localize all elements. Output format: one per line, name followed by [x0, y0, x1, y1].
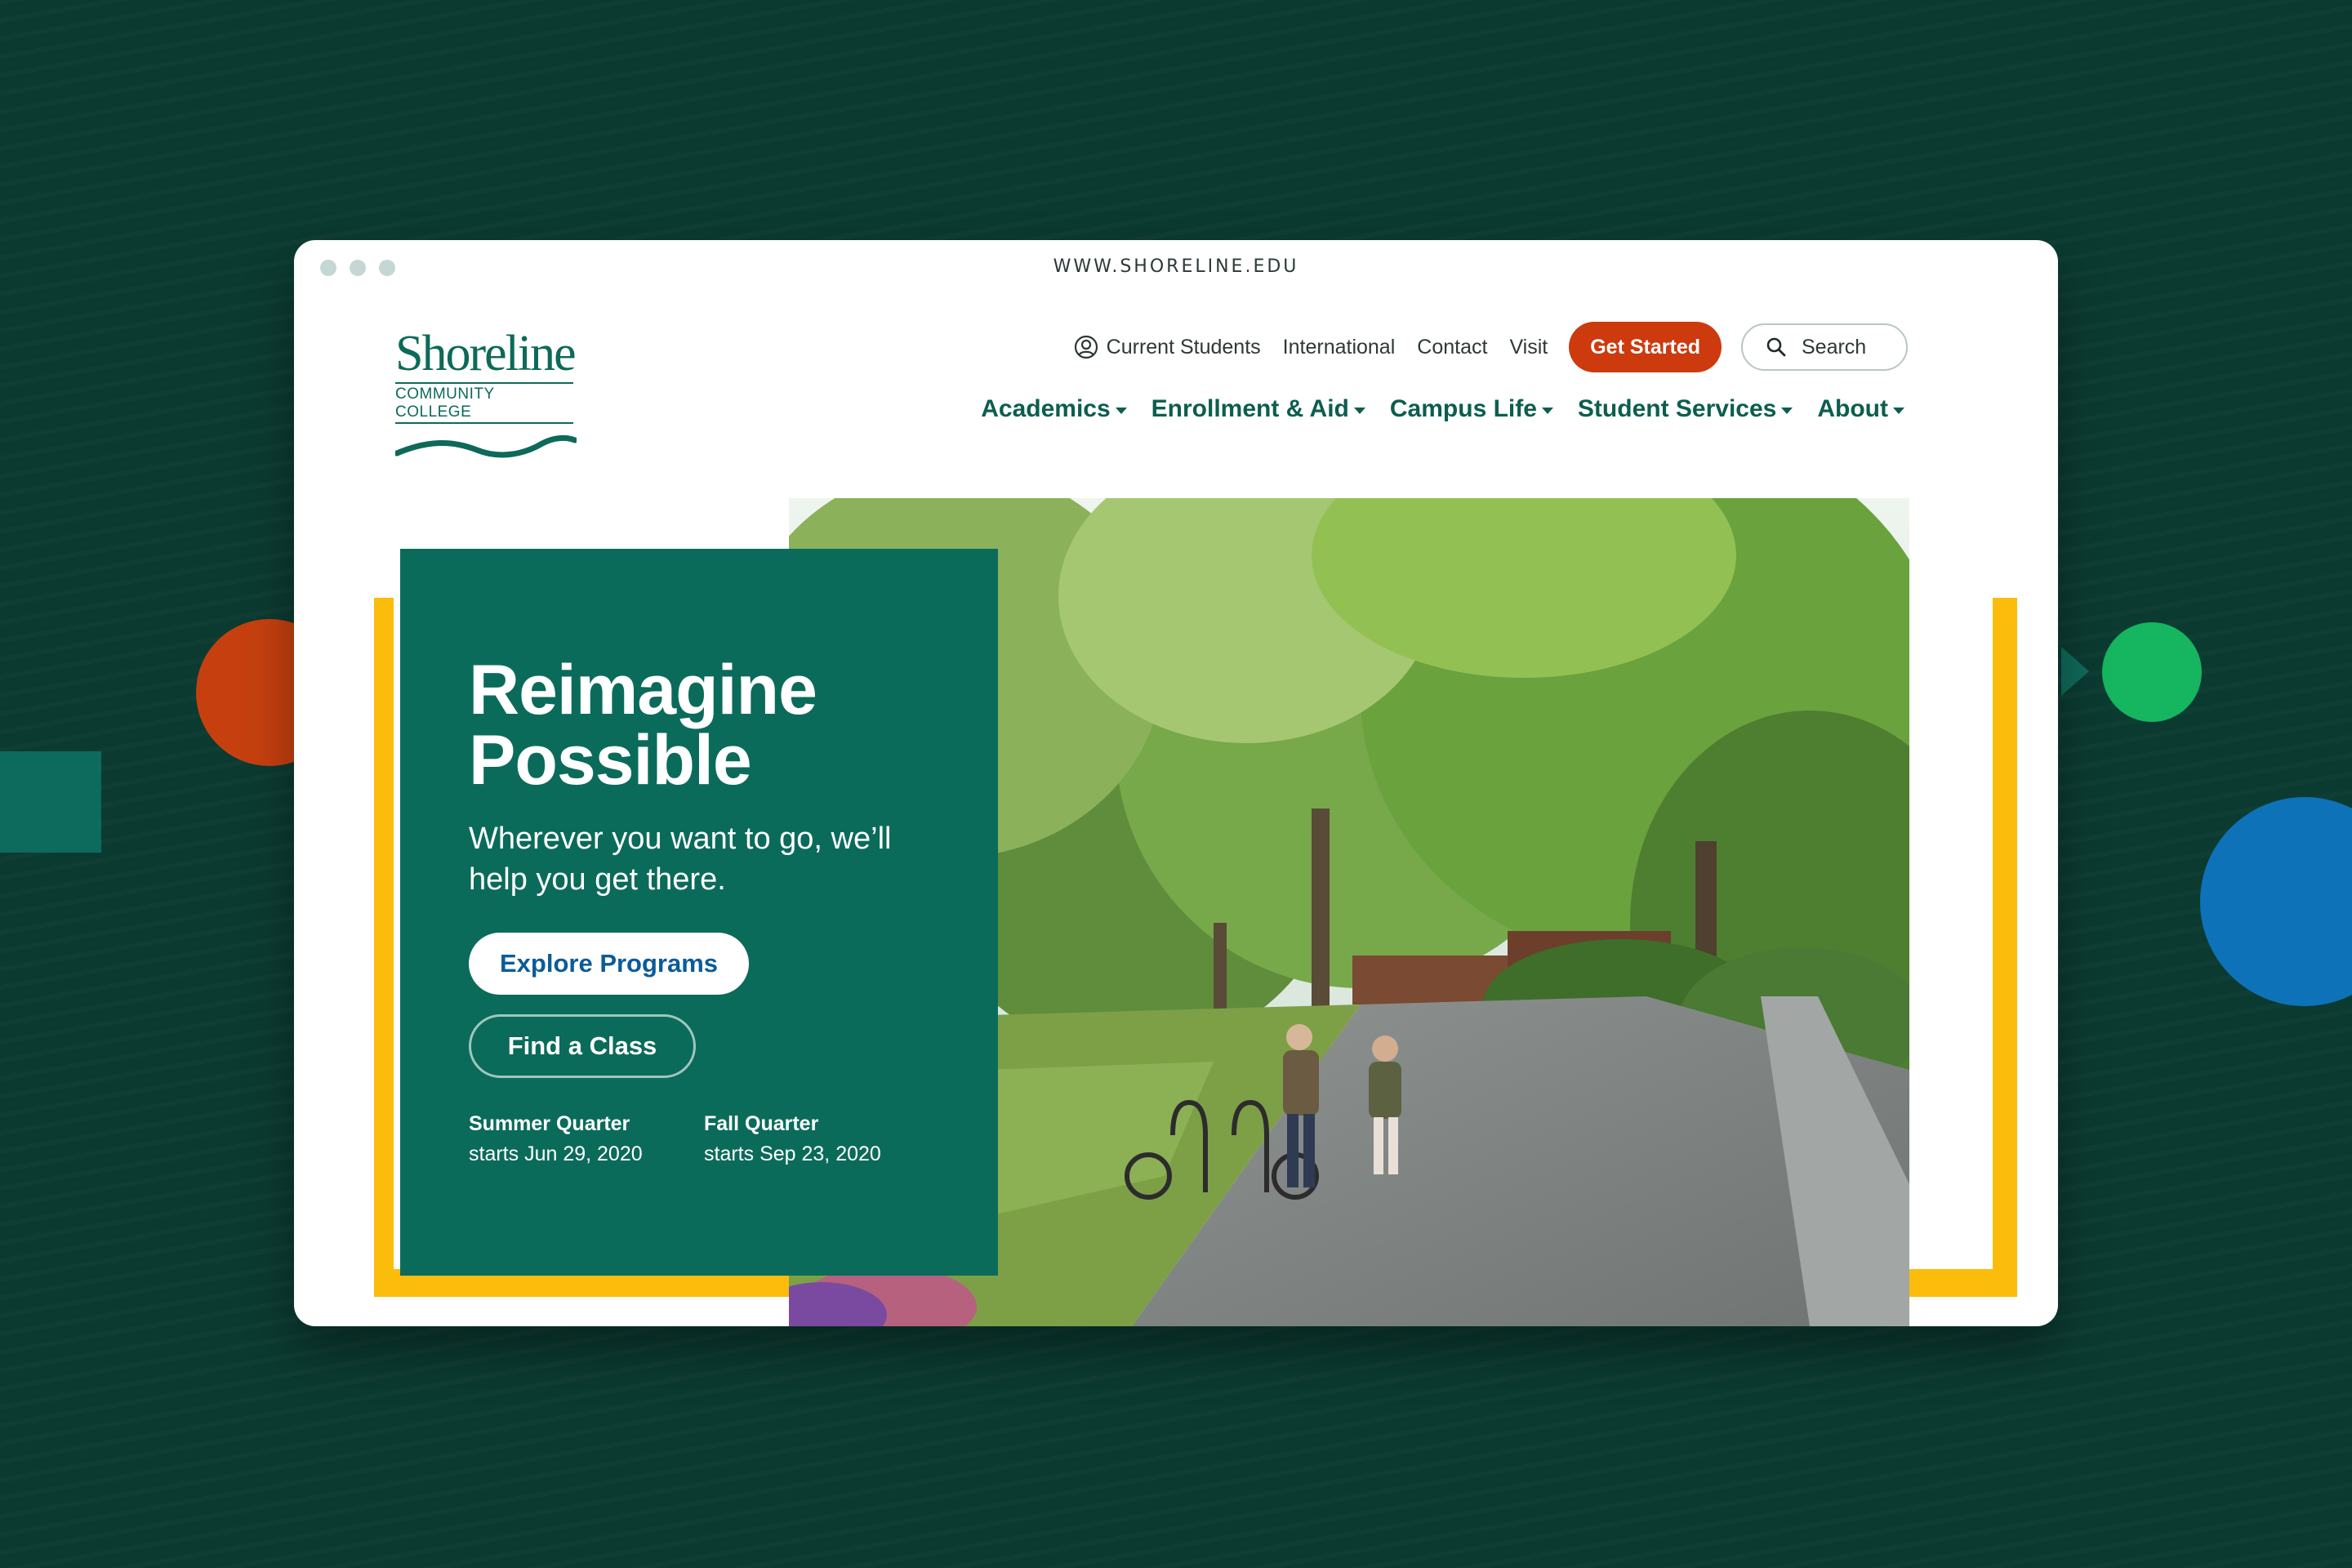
- international-link[interactable]: International: [1283, 336, 1396, 359]
- logo-wordmark: Shoreline: [395, 326, 577, 381]
- caret-down-icon: [1353, 407, 1365, 414]
- hero-title-line1: Reimagine: [469, 651, 817, 729]
- search-button[interactable]: Search: [1741, 323, 1908, 371]
- hero-subtitle: Wherever you want to go, we’ll help you …: [469, 822, 892, 897]
- fall-quarter-date: starts Sep 23, 2020: [704, 1143, 881, 1165]
- nav-student-services[interactable]: Student Services: [1578, 395, 1793, 423]
- nav-academics-label: Academics: [981, 395, 1111, 422]
- nav-campus-life[interactable]: Campus Life: [1390, 395, 1553, 423]
- contact-link[interactable]: Contact: [1417, 336, 1487, 359]
- current-students-link[interactable]: Current Students: [1074, 335, 1261, 359]
- site-logo[interactable]: Shoreline COMMUNITY COLLEGE: [395, 328, 583, 461]
- main-nav: Academics Enrollment & Aid Campus Life S…: [981, 395, 1904, 423]
- get-started-button[interactable]: Get Started: [1569, 322, 1722, 372]
- summer-quarter-date: starts Jun 29, 2020: [469, 1143, 643, 1165]
- hero-title: Reimagine Possible: [469, 655, 817, 795]
- decorative-green-circle: [2102, 622, 2202, 722]
- decorative-teal-square: [0, 751, 101, 853]
- find-a-class-button[interactable]: Find a Class: [469, 1014, 696, 1078]
- logo-subtitle: COMMUNITY COLLEGE: [395, 382, 573, 424]
- utility-nav: Current Students International Contact V…: [1074, 322, 1908, 372]
- decorative-teal-triangle: [2061, 647, 2089, 696]
- hero-card: Reimagine Possible Wherever you want to …: [400, 549, 998, 1276]
- hero-title-line2: Possible: [469, 721, 752, 800]
- summer-quarter-name: Summer Quarter: [469, 1112, 630, 1135]
- fall-quarter-info: Fall Quarter starts Sep 23, 2020: [704, 1109, 881, 1169]
- caret-down-icon: [1541, 407, 1553, 414]
- logo-wave-icon: [395, 434, 577, 458]
- url-bar[interactable]: WWW.SHORELINE.EDU: [294, 256, 2058, 277]
- user-circle-icon: [1074, 335, 1098, 359]
- browser-window: WWW.SHORELINE.EDU Shoreline COMMUNITY CO…: [294, 240, 2058, 1326]
- nav-campus-life-label: Campus Life: [1389, 395, 1537, 422]
- search-label: Search: [1802, 335, 1867, 359]
- nav-about-label: About: [1817, 395, 1888, 422]
- search-icon: [1766, 337, 1786, 357]
- nav-about[interactable]: About: [1817, 395, 1904, 423]
- caret-down-icon: [1115, 407, 1127, 414]
- summer-quarter-info: Summer Quarter starts Jun 29, 2020: [469, 1109, 643, 1169]
- nav-enrollment-aid-label: Enrollment & Aid: [1151, 395, 1349, 422]
- nav-enrollment-aid[interactable]: Enrollment & Aid: [1152, 395, 1365, 423]
- nav-student-services-label: Student Services: [1577, 395, 1777, 422]
- nav-academics[interactable]: Academics: [981, 395, 1127, 423]
- visit-link[interactable]: Visit: [1509, 336, 1548, 359]
- caret-down-icon: [1781, 407, 1793, 414]
- current-students-label: Current Students: [1106, 335, 1261, 359]
- explore-programs-button[interactable]: Explore Programs: [469, 933, 750, 995]
- fall-quarter-name: Fall Quarter: [704, 1112, 819, 1135]
- caret-down-icon: [1893, 407, 1904, 414]
